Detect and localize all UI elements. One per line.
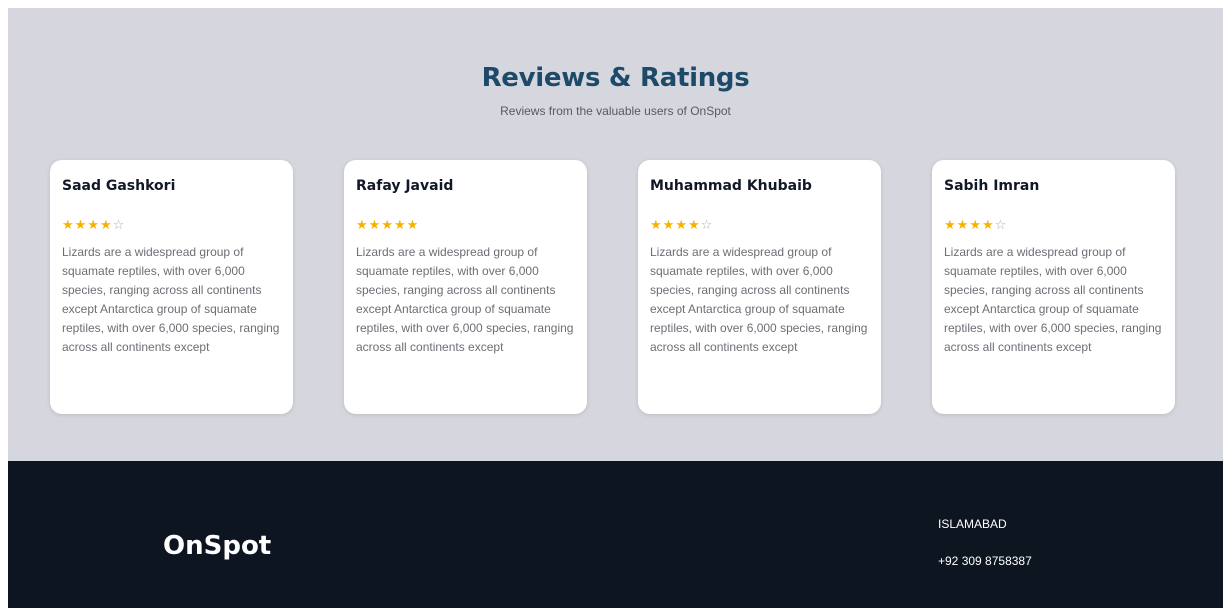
star-outline-icon: ☆ xyxy=(700,218,714,233)
reviewer-name: Muhammad Khubaib xyxy=(650,178,812,194)
site-footer: OnSpot ISLAMABAD +92 309 8758387 xyxy=(8,461,1223,608)
star-filled-icon: ★ xyxy=(956,218,970,233)
star-rating: ★★★★★ xyxy=(356,217,575,235)
star-rating: ★★★★☆ xyxy=(62,217,281,235)
section-subtitle: Reviews from the valuable users of OnSpo… xyxy=(500,104,731,118)
footer-brand-logo[interactable]: OnSpot xyxy=(163,531,271,561)
review-card: Rafay Javaid ★★★★★ Lizards are a widespr… xyxy=(344,160,587,414)
review-text: Lizards are a widespread group of squama… xyxy=(650,245,868,354)
star-filled-icon: ★ xyxy=(981,218,995,233)
star-filled-icon: ★ xyxy=(675,218,688,233)
footer-phone[interactable]: +92 309 8758387 xyxy=(938,554,1032,568)
star-filled-icon: ★ xyxy=(969,218,982,233)
star-filled-icon: ★ xyxy=(381,218,394,233)
reviewer-name: Rafay Javaid xyxy=(356,178,454,194)
star-filled-icon: ★ xyxy=(356,218,369,233)
star-filled-icon: ★ xyxy=(99,218,113,233)
star-outline-icon: ☆ xyxy=(112,218,126,233)
review-card: Saad Gashkori ★★★★☆ Lizards are a widesp… xyxy=(50,160,293,414)
footer-city: ISLAMABAD xyxy=(938,517,1007,531)
star-filled-icon: ★ xyxy=(87,218,100,233)
reviewer-name: Saad Gashkori xyxy=(62,178,176,194)
star-outline-icon: ☆ xyxy=(994,218,1008,233)
star-filled-icon: ★ xyxy=(368,218,382,233)
star-filled-icon: ★ xyxy=(406,218,420,233)
star-filled-icon: ★ xyxy=(393,218,407,233)
star-filled-icon: ★ xyxy=(944,218,957,233)
star-rating: ★★★★☆ xyxy=(944,217,1163,235)
review-card: Sabih Imran ★★★★☆ Lizards are a widespre… xyxy=(932,160,1175,414)
review-text: Lizards are a widespread group of squama… xyxy=(356,245,574,354)
section-title: Reviews & Ratings xyxy=(481,63,750,93)
review-card: Muhammad Khubaib ★★★★☆ Lizards are a wid… xyxy=(638,160,881,414)
star-filled-icon: ★ xyxy=(687,218,701,233)
star-filled-icon: ★ xyxy=(62,218,75,233)
reviewer-name: Sabih Imran xyxy=(944,178,1040,194)
review-text: Lizards are a widespread group of squama… xyxy=(944,245,1162,354)
star-filled-icon: ★ xyxy=(74,218,88,233)
star-rating: ★★★★☆ xyxy=(650,217,869,235)
reviews-section: Reviews & Ratings Reviews from the valua… xyxy=(8,8,1223,461)
review-text: Lizards are a widespread group of squama… xyxy=(62,245,280,354)
star-filled-icon: ★ xyxy=(662,218,676,233)
star-filled-icon: ★ xyxy=(650,218,663,233)
